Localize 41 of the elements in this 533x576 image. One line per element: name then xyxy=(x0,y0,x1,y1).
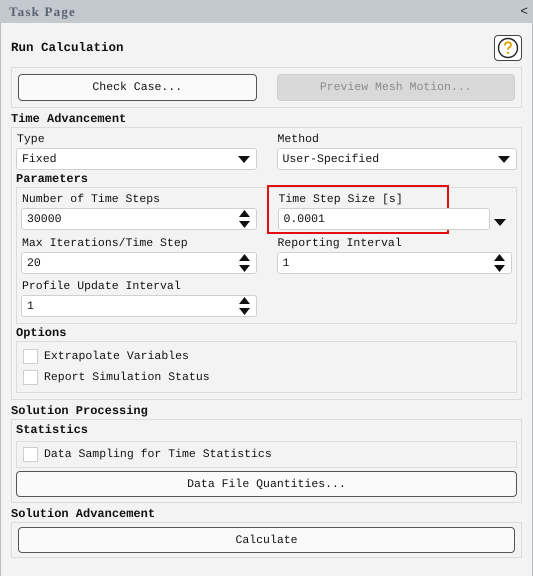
input-field[interactable]: 20 xyxy=(21,252,256,274)
input-field[interactable]: 30000 xyxy=(21,208,256,230)
input-field[interactable]: 0.0001 xyxy=(278,208,490,230)
section-heading: Time Advancement xyxy=(11,112,128,127)
data-file-quantities-button[interactable]: Data File Quantities... xyxy=(16,471,517,497)
input-field[interactable]: 1 xyxy=(276,252,512,274)
page-title: Run Calculation xyxy=(11,41,124,55)
checkbox-label: Report Simulation Status xyxy=(44,371,210,384)
field-label: Max Iterations/Time Step xyxy=(21,236,189,252)
help-icon xyxy=(497,37,519,59)
dropdown-field[interactable]: User-Specified xyxy=(276,148,517,170)
field-label: Time Step Size [s] xyxy=(278,192,404,208)
panel-title: Task Page xyxy=(9,4,76,20)
spinner-arrows-icon xyxy=(238,210,250,228)
checkbox[interactable] xyxy=(23,447,38,462)
checkbox[interactable] xyxy=(23,349,38,364)
spinner-arrows-icon xyxy=(494,254,505,272)
caret-icon xyxy=(498,156,510,162)
help-button[interactable] xyxy=(494,35,522,61)
collapse-button[interactable]: < xyxy=(515,4,533,19)
field-label: Method xyxy=(276,132,320,148)
section-heading: Options xyxy=(16,326,68,341)
input-field[interactable]: 1 xyxy=(21,295,256,317)
action-button[interactable]: Check Case... xyxy=(18,74,256,101)
field-label: Type xyxy=(16,132,46,148)
field-label: Reporting Interval xyxy=(276,236,403,252)
section-heading: Solution Advancement xyxy=(11,507,156,522)
section-heading: Solution Processing xyxy=(11,404,149,419)
caret-icon xyxy=(238,156,250,162)
calculate-button[interactable]: Calculate xyxy=(18,527,515,553)
spinner-arrows-icon xyxy=(238,254,250,272)
checkbox[interactable] xyxy=(23,370,38,385)
caret-icon xyxy=(494,219,506,226)
field-label: Profile Update Interval xyxy=(21,279,182,295)
section-heading: Parameters xyxy=(16,172,90,187)
spinner-arrows-icon xyxy=(238,297,250,315)
section-heading: Statistics xyxy=(16,423,90,438)
checkbox-label: Data Sampling for Time Statistics xyxy=(44,448,272,461)
field-label: Number of Time Steps xyxy=(21,192,162,208)
dropdown-field[interactable]: Fixed xyxy=(16,148,256,170)
checkbox-label: Extrapolate Variables xyxy=(44,350,189,363)
